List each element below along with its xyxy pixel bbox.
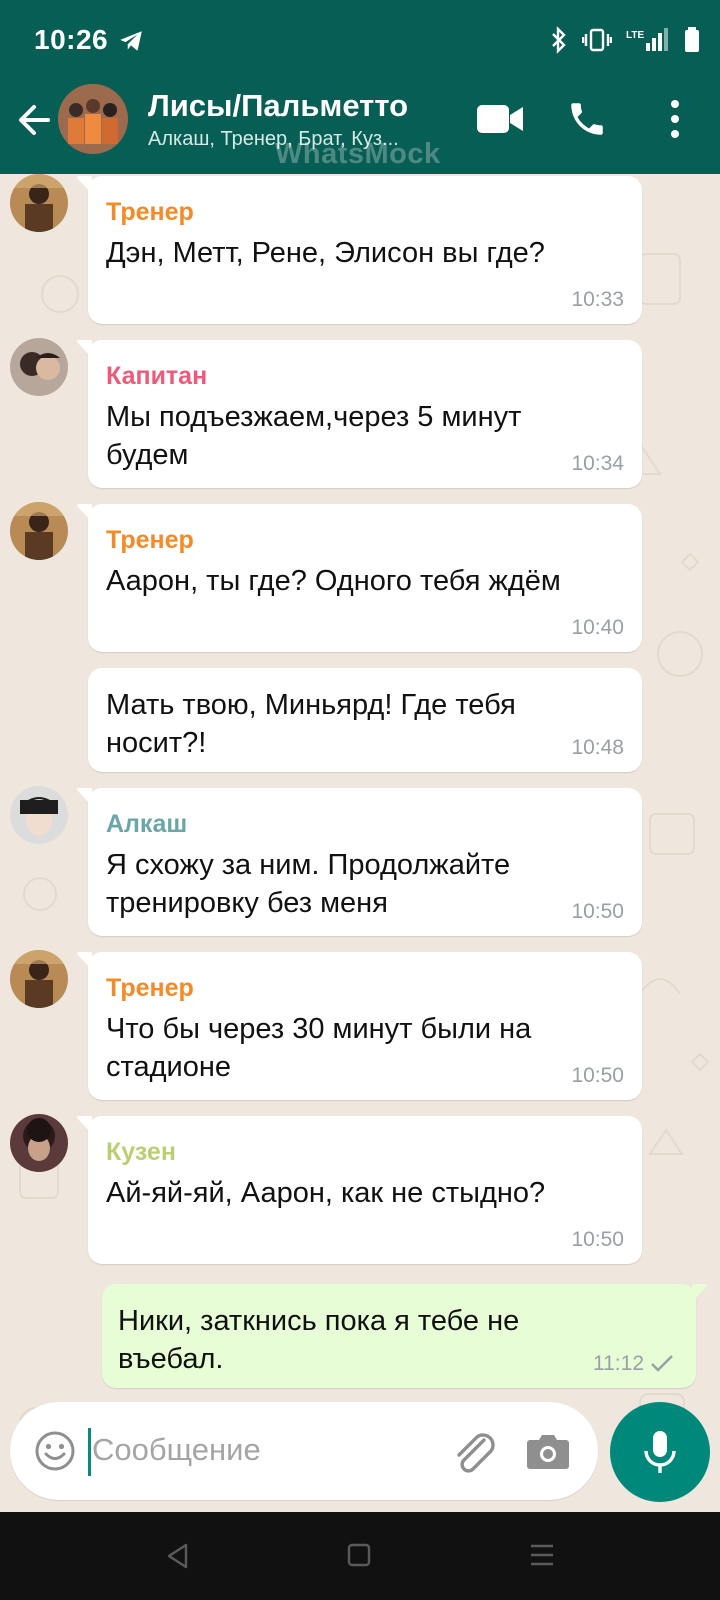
avatar-cousin[interactable] <box>10 1114 68 1172</box>
signal-icon: LTE <box>626 28 668 51</box>
mic-icon <box>644 1431 676 1473</box>
watermark: WhatsMock <box>275 138 441 170</box>
bubble-tail <box>77 788 92 806</box>
message-bubble[interactable]: Тренер Аарон, ты где? Одного тебя ждём 1… <box>77 504 642 652</box>
message-text: Дэн, Метт, Рене, Элисон вы где? <box>106 237 545 269</box>
emoji-icon[interactable] <box>34 1430 76 1472</box>
status-bar: 10:26 LTE <box>0 0 720 80</box>
message-text: Я схожу за ним. Продолжайте тренировку б… <box>106 849 511 919</box>
video-call-icon[interactable] <box>476 102 524 136</box>
bubble-tail <box>77 176 92 194</box>
message-sender: Кузен <box>106 1138 176 1166</box>
system-nav-bar <box>0 1512 720 1600</box>
message-time: 10:34 <box>571 452 624 475</box>
message-text: Что бы через 30 минут были на стадионе <box>106 1013 532 1083</box>
message-bubble[interactable]: Кузен Ай-яй-яй, Аарон, как не стыдно? 10… <box>77 1116 642 1264</box>
message-time: 10:48 <box>571 736 624 759</box>
message-bubble[interactable]: Тренер Что бы через 30 минут были на ста… <box>77 952 642 1100</box>
message-sender: Тренер <box>106 198 194 226</box>
message-bubble-outgoing[interactable]: Ники, заткнись пока я тебе не въебал. 11… <box>102 1284 707 1388</box>
bubble-tail <box>77 952 92 970</box>
message-sender: Капитан <box>106 362 208 390</box>
vibrate-icon <box>582 28 612 52</box>
message-input[interactable]: Сообщение <box>92 1432 261 1468</box>
phone-icon[interactable] <box>566 98 608 140</box>
mic-button[interactable] <box>610 1402 710 1502</box>
message-sender: Тренер <box>106 974 194 1002</box>
message-bubble[interactable]: Мать твою, Миньярд! Где тебя носит?! 10:… <box>88 668 642 772</box>
message-text: Аарон, ты где? Одного тебя ждём <box>106 565 561 597</box>
app-header: 10:26 LTE Лисы/Пальметто Алкаш, Тренер, … <box>0 0 720 174</box>
message-time: 10:40 <box>571 616 624 639</box>
avatar-coach[interactable] <box>10 174 68 232</box>
bubble-tail <box>77 1116 92 1134</box>
bubble-tail <box>692 1284 707 1302</box>
message-bubble[interactable]: Капитан Мы подъезжаем,через 5 минут буде… <box>77 340 642 488</box>
message-time: 10:50 <box>571 1228 624 1251</box>
message-text: Мать твою, Миньярд! Где тебя носит?! <box>106 689 516 759</box>
avatar-coach[interactable] <box>10 502 68 560</box>
telegram-icon <box>120 31 142 51</box>
camera-icon[interactable] <box>526 1432 570 1470</box>
message-text: Ай-яй-яй, Аарон, как не стыдно? <box>106 1177 546 1209</box>
status-time: 10:26 <box>34 24 109 55</box>
arrow-back-icon[interactable] <box>14 100 54 140</box>
avatar-coach[interactable] <box>10 950 68 1008</box>
bubble-tail <box>77 504 92 522</box>
message-text: Ники, заткнись пока я тебе не въебал. <box>118 1305 520 1375</box>
nav-back-icon[interactable] <box>164 1542 192 1570</box>
battery-icon <box>685 27 699 52</box>
text-cursor <box>88 1428 91 1476</box>
paperclip-icon[interactable] <box>450 1430 498 1474</box>
message-bubble[interactable]: Алкаш Я схожу за ним. Продолжайте тренир… <box>77 788 642 936</box>
svg-text:LTE: LTE <box>626 30 644 41</box>
message-bubble[interactable]: Тренер Дэн, Метт, Рене, Элисон вы где? 1… <box>77 176 642 324</box>
message-sender: Тренер <box>106 526 194 554</box>
more-vert-icon[interactable] <box>662 98 688 140</box>
message-text: Мы подъезжаем,через 5 минут будем <box>106 401 522 471</box>
message-sender: Алкаш <box>106 810 188 838</box>
bluetooth-icon <box>552 26 566 54</box>
sent-check-icon <box>651 1355 673 1372</box>
message-time: 11:12 <box>593 1352 644 1375</box>
message-time: 10:50 <box>571 900 624 923</box>
avatar-captain[interactable] <box>10 338 68 396</box>
nav-recents-icon[interactable] <box>528 1542 556 1568</box>
nav-home-icon[interactable] <box>346 1542 372 1568</box>
message-time: 10:50 <box>571 1064 624 1087</box>
bubble-tail <box>77 340 92 358</box>
avatar-alkash[interactable] <box>10 786 68 844</box>
chat-title[interactable]: Лисы/Пальметто <box>148 88 408 124</box>
message-time: 10:33 <box>571 288 624 311</box>
group-avatar[interactable] <box>58 84 128 154</box>
message-composer: Сообщение <box>10 1402 598 1500</box>
